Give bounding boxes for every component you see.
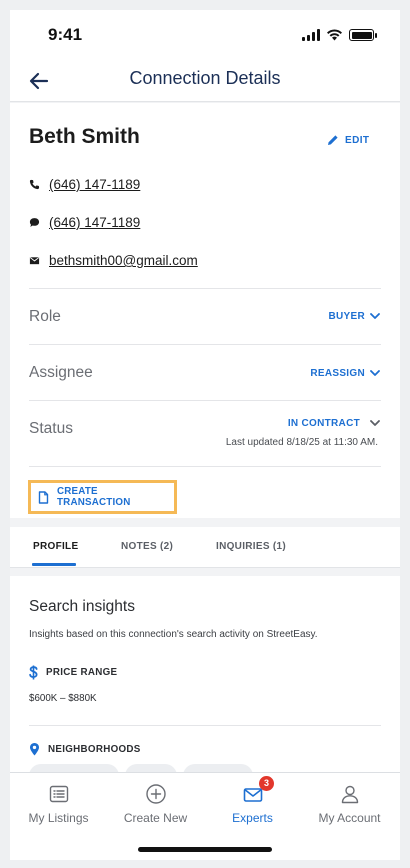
plus-circle-icon — [146, 784, 166, 804]
status-value: IN CONTRACT — [287, 418, 360, 429]
divider — [29, 344, 381, 345]
status-dropdown[interactable]: IN CONTRACT — [288, 418, 380, 429]
divider — [29, 400, 381, 401]
role-dropdown[interactable]: BUYER — [328, 311, 380, 322]
bottom-nav: My Listings Create New 3 Experts My Acco… — [10, 772, 400, 860]
edit-label: EDIT — [345, 134, 370, 146]
price-range-label: PRICE RANGE — [46, 667, 118, 678]
nav-label: My Account — [318, 811, 381, 825]
sms-row[interactable]: (646) 147-1189 — [29, 215, 140, 230]
chevron-down-icon — [370, 370, 380, 376]
chevron-down-icon — [370, 313, 380, 319]
envelope-icon — [29, 257, 40, 265]
nav-create-new[interactable]: Create New — [107, 773, 204, 833]
divider — [29, 466, 381, 467]
phone-icon — [29, 179, 40, 190]
status-updated-text: Last updated 8/18/25 at 11:30 AM. — [225, 437, 378, 448]
chevron-down-icon — [370, 420, 380, 426]
home-indicator — [138, 847, 272, 852]
price-range-heading: PRICE RANGE — [29, 665, 117, 680]
battery-icon — [349, 29, 377, 41]
nav-experts[interactable]: 3 Experts — [204, 773, 301, 833]
chat-bubble-icon — [29, 218, 40, 227]
nav-label: My Listings — [28, 811, 89, 825]
role-label: Role — [29, 308, 61, 325]
divider — [29, 725, 381, 726]
search-insights-card: Search insights Insights based on this c… — [10, 576, 400, 788]
status-icons — [302, 29, 377, 41]
neighborhoods-heading: NEIGHBORHOODS — [29, 742, 141, 756]
page-title: Connection Details — [129, 68, 281, 88]
divider — [29, 288, 381, 289]
active-tab-indicator — [32, 563, 76, 566]
location-pin-icon — [30, 743, 39, 756]
sms-link[interactable]: (646) 147-1189 — [49, 215, 140, 230]
status-label: Status — [29, 420, 73, 437]
edit-button[interactable]: EDIT — [327, 134, 369, 146]
contact-name: Beth Smith — [29, 125, 140, 148]
reassign-value: REASSIGN — [310, 368, 365, 379]
insights-description: Insights based on this connection's sear… — [29, 629, 318, 640]
status-bar: 9:41 — [10, 10, 400, 62]
account-icon — [341, 785, 359, 804]
document-icon — [38, 490, 49, 504]
nav-label: Create New — [123, 811, 188, 825]
signal-icon — [302, 29, 320, 41]
email-row[interactable]: bethsmith00@gmail.com — [29, 253, 198, 268]
phone-link[interactable]: (646) 147-1189 — [49, 177, 140, 192]
nav-label: Experts — [232, 811, 273, 825]
phone-screen: 9:41 Connection Details Beth Smith EDIT — [10, 10, 400, 860]
connection-details-card: Beth Smith EDIT (646) 147-1189 (646) 147… — [10, 103, 400, 518]
notification-badge: 3 — [259, 776, 274, 791]
tab-bar: PROFILE NOTES (2) INQUIRIES (1) — [10, 527, 400, 568]
email-link[interactable]: bethsmith00@gmail.com — [49, 253, 198, 268]
tab-notes[interactable]: NOTES (2) — [121, 541, 173, 552]
price-range-value: $600K – $880K — [29, 693, 97, 704]
tab-inquiries[interactable]: INQUIRIES (1) — [216, 541, 286, 552]
nav-my-account[interactable]: My Account — [301, 773, 398, 833]
header: Connection Details — [10, 62, 400, 102]
wifi-icon — [327, 29, 342, 41]
tab-profile[interactable]: PROFILE — [33, 541, 78, 552]
create-transaction-label: CREATE TRANSACTION — [56, 486, 131, 508]
role-value: BUYER — [328, 311, 365, 322]
assignee-label: Assignee — [29, 364, 93, 381]
nav-my-listings[interactable]: My Listings — [10, 773, 107, 833]
reassign-dropdown[interactable]: REASSIGN — [310, 368, 380, 379]
pencil-icon — [328, 135, 338, 145]
dollar-icon — [29, 665, 38, 680]
create-transaction-button[interactable]: CREATE TRANSACTION — [28, 480, 177, 514]
listings-icon — [49, 785, 69, 803]
status-time: 9:41 — [48, 25, 83, 44]
phone-row[interactable]: (646) 147-1189 — [29, 177, 140, 192]
neighborhoods-label: NEIGHBORHOODS — [48, 743, 141, 755]
insights-title: Search insights — [29, 598, 135, 615]
